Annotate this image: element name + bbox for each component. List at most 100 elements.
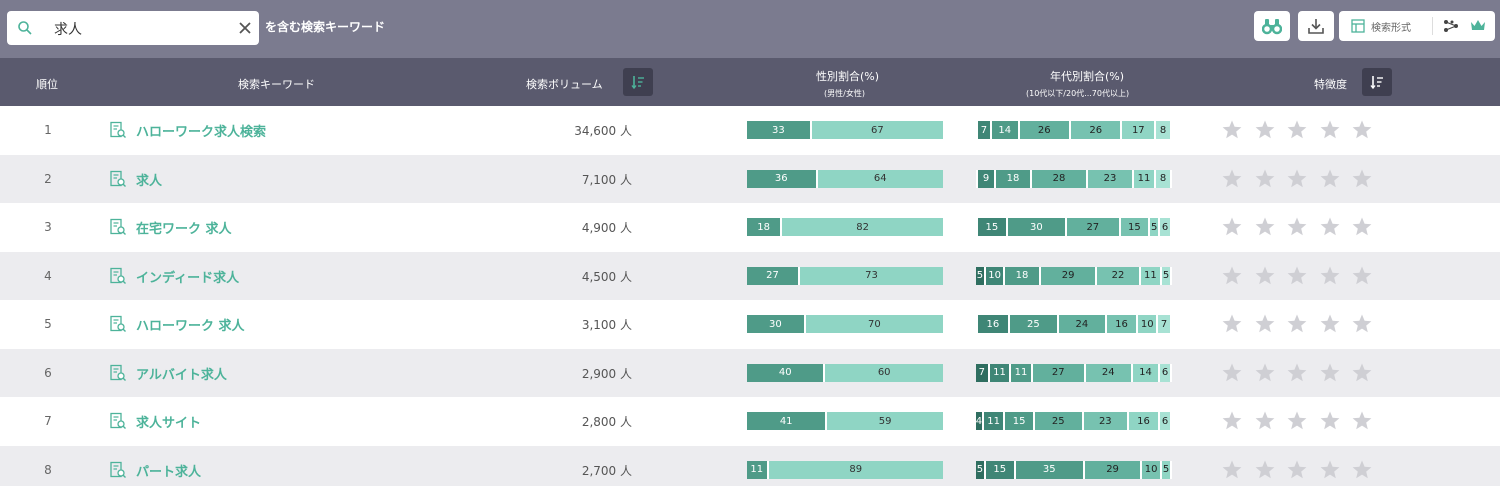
star-icon [1287,120,1307,139]
sort-feature-button[interactable] [1362,68,1392,96]
gender-female-segment: 64 [817,169,943,188]
age-ratio-bar: 5 15 35 29 10 5 [976,460,1172,479]
binoculars-button[interactable] [1254,11,1290,41]
age-segment: 15 [1005,412,1035,430]
age-segment: 11 [1140,266,1163,285]
age-segment: 4 [976,412,984,430]
gender-ratio-bar: 40 60 [747,363,943,382]
age-segment: 10 [985,266,1006,285]
keyword-link[interactable]: インディード求人 [136,267,239,286]
age-segment: 11 [983,412,1006,430]
age-segment: 30 [1007,218,1068,236]
download-icon [1308,19,1324,34]
gender-ratio-bar: 27 73 [747,266,943,285]
gender-male-segment: 11 [747,460,769,479]
sort-volume-button[interactable] [623,68,653,96]
star-icon [1320,169,1339,187]
age-segment: 23 [1088,169,1134,188]
gender-female-segment: 67 [811,121,943,139]
age-segment: 16 [1128,412,1161,430]
close-icon[interactable] [238,21,252,35]
star-icon [1255,363,1274,381]
keyword-link[interactable]: ハローワーク 求人 [136,315,245,334]
keyword-detail-icon[interactable] [109,461,127,479]
keyword-detail-icon[interactable] [109,412,127,430]
feature-rating [1222,120,1385,139]
age-ratio-bar: 11530271556 [976,218,1172,236]
feature-rating [1222,266,1385,285]
table-header: 順位 検索キーワード 検索ボリューム 性別割合(%) (男性/女性) 年代別割合… [0,58,1500,106]
star-icon [1352,460,1372,478]
keyword-link[interactable]: アルバイト求人 [136,364,227,383]
feature-rating [1222,314,1385,333]
rank-cell: 5 [44,317,52,331]
star-icon [1352,266,1372,284]
star-icon [1287,460,1307,478]
search-box[interactable]: 求人 [7,11,259,45]
age-segment: 22 [1097,266,1141,285]
age-ratio-bar: 4 11 15 25 23 16 6 [976,412,1172,430]
age-segment: 5 [1162,460,1172,479]
column-keyword: 検索キーワード [238,78,315,91]
age-segment: 9 [978,169,996,188]
download-button[interactable] [1298,11,1334,41]
keyword-detail-icon[interactable] [109,121,127,139]
age-ratio-bar: 116252416107 [976,315,1172,333]
rank-cell: 2 [44,171,52,186]
keyword-link[interactable]: 求人サイト [136,412,201,431]
star-icon [1287,411,1307,430]
star-icon [1287,363,1307,381]
rank-cell: 8 [44,462,52,477]
volume-cell: 2,700 人 [581,463,632,478]
gender-female-segment: 60 [825,363,943,382]
column-feature: 特徴度 [1314,78,1347,91]
volume-cell: 2,800 人 [581,415,632,429]
search-format-control[interactable]: 検索形式 [1339,11,1495,41]
age-ratio-bar: 7 11 11 27 24 14 6 [976,363,1172,382]
keyword-detail-icon[interactable] [109,267,127,285]
age-segment: 24 [1085,363,1133,382]
keyword-link[interactable]: 求人 [136,170,162,189]
age-ratio-bar: 5 10 18 29 22 11 5 [976,266,1172,285]
feature-rating [1222,460,1385,479]
sort-icon [1370,76,1383,90]
star-icon [1255,411,1274,430]
table-row: 2求人7,100 人366419182823118 [0,154,1500,203]
star-icon [1255,169,1274,187]
age-segment: 5 [1162,266,1172,285]
gender-ratio-bar: 41 59 [747,412,943,430]
age-segment: 5 [976,266,986,285]
gender-male-segment: 36 [747,169,818,188]
keyword-detail-icon[interactable] [109,218,127,236]
column-age-subtitle: (10代以下/20代...70代以上) [1026,89,1130,98]
search-input[interactable]: 求人 [54,19,82,39]
rank-cell: 3 [44,220,52,234]
binoculars-icon [1262,19,1282,35]
age-segment: 5 [976,460,986,479]
star-icon [1352,411,1372,430]
star-icon [1255,460,1274,478]
age-segment: 26 [1019,121,1072,139]
star-icon [1255,314,1274,333]
keyword-detail-icon[interactable] [109,170,127,188]
gender-male-segment: 27 [747,266,800,285]
age-segment: 15 [985,460,1016,479]
network-icon[interactable] [1443,19,1459,33]
age-segment: 6 [1160,412,1172,430]
volume-cell: 2,900 人 [581,366,632,381]
star-icon [1287,266,1307,284]
keyword-detail-icon[interactable] [109,315,127,333]
keyword-detail-icon[interactable] [109,364,127,382]
keyword-link[interactable]: 在宅ワーク 求人 [136,218,232,237]
column-gender: 性別割合(%) [816,70,880,83]
gender-female-segment: 82 [782,218,943,236]
crown-icon[interactable] [1470,19,1486,32]
star-icon [1255,217,1274,236]
keyword-link[interactable]: ハローワーク求人検索 [136,121,266,140]
keyword-link[interactable]: パート求人 [136,461,201,480]
volume-cell: 3,100 人 [581,318,632,332]
gender-male-segment: 40 [747,363,826,382]
top-bar: 求人 を含む検索キーワード 検索形式 [0,0,1500,58]
age-segment: 15 [1120,218,1151,236]
age-ratio-bar: 19182823118 [976,169,1172,188]
